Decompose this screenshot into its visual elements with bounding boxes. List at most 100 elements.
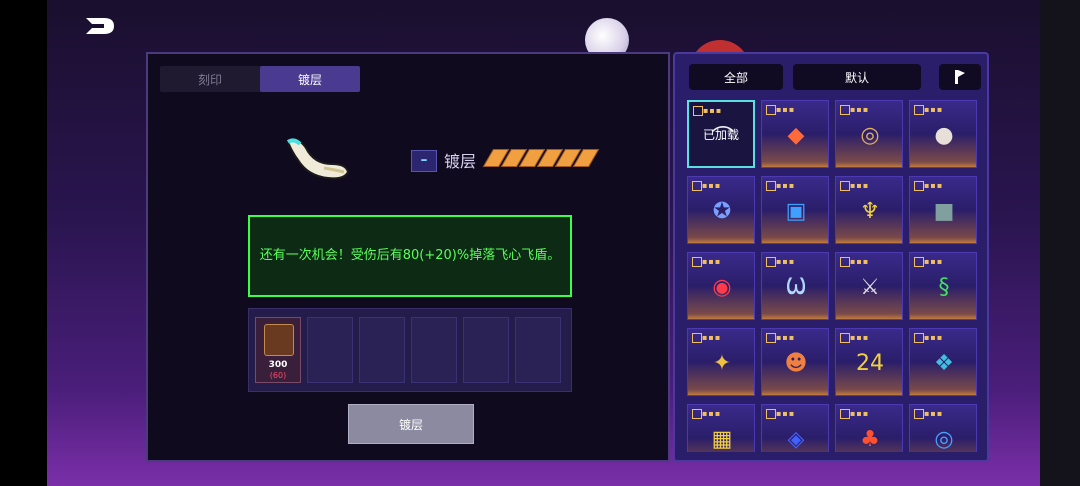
material-slot-4[interactable] <box>411 317 457 383</box>
item-tag-icon <box>914 257 924 267</box>
back-arrow-icon[interactable] <box>84 14 118 38</box>
item-tag-icon <box>692 181 702 191</box>
item-rank-icon: ▪▪▪ <box>703 106 723 115</box>
inventory-header: 全部 默认 <box>689 64 981 90</box>
item-rank-icon: ▪▪▪ <box>850 409 870 418</box>
inventory-item[interactable]: ▪▪▪ 24 <box>835 328 903 396</box>
item-icon: ■ <box>933 198 955 224</box>
item-rank-icon: ▪▪▪ <box>702 333 722 342</box>
inventory-item[interactable]: ▪▪▪ ◉ <box>687 252 755 320</box>
item-icon: ● <box>934 122 954 148</box>
tab-bar: 刻印 镀层 <box>160 66 360 92</box>
inventory-item[interactable]: ▪▪▪ ◎ <box>909 404 977 452</box>
item-icon: ◎ <box>860 122 880 148</box>
horn-icon <box>284 134 354 184</box>
item-rank-icon: ▪▪▪ <box>776 333 796 342</box>
item-rank-icon: ▪▪▪ <box>924 105 944 114</box>
item-rank-icon: ▪▪▪ <box>850 181 870 190</box>
inventory-item[interactable]: ▪▪▪ ▦ <box>687 404 755 452</box>
item-icon: ▦ <box>711 426 733 452</box>
item-tag-icon <box>766 105 776 115</box>
inventory-item[interactable]: ▪▪▪ ◆ <box>761 100 829 168</box>
item-icon: ◆ <box>787 122 805 148</box>
item-rank-icon: ▪▪▪ <box>924 409 944 418</box>
tab-plating[interactable]: 镀层 <box>260 66 360 92</box>
inventory-item[interactable]: ▪▪▪ ♣ <box>835 404 903 452</box>
inventory-item[interactable]: ▪▪▪ ▣ <box>761 176 829 244</box>
material-slots: 300 (60) <box>248 308 572 392</box>
inventory-panel: 全部 默认 ▪▪▪ ⌒ 已加载 ▪▪▪ ◆ ▪▪▪ ◎ ▪▪▪ ● ▪▪▪ ✪ ▪▪▪ ▣ ▪▪▪ ♆ ▪▪▪… <box>673 52 989 462</box>
item-tag-icon <box>840 105 850 115</box>
item-rank-icon: ▪▪▪ <box>702 409 722 418</box>
item-rank-icon: ▪▪▪ <box>776 257 796 266</box>
item-icon: ◈ <box>787 426 805 452</box>
material-slot-6[interactable] <box>515 317 561 383</box>
item-tag-icon <box>914 333 924 343</box>
item-rank-icon: ▪▪▪ <box>850 105 870 114</box>
tab-inscription[interactable]: 刻印 <box>160 66 260 92</box>
inventory-item[interactable]: ▪▪▪ ✪ <box>687 176 755 244</box>
equipped-label: 已加载 <box>702 128 739 142</box>
flag-icon[interactable] <box>939 64 981 90</box>
item-icon: Ѡ <box>785 274 807 300</box>
material-slot-5[interactable] <box>463 317 509 383</box>
enchant-panel: 刻印 镀层 – 镀层 还有一次机会！受伤后有80(+20)%掉落飞心飞盾。 30… <box>146 52 670 462</box>
item-tag-icon <box>766 181 776 191</box>
item-tag-icon <box>914 181 924 191</box>
item-tag-icon <box>692 333 702 343</box>
inventory-item[interactable]: ▪▪▪ ⌒ 已加载 <box>687 100 755 168</box>
plating-confirm-button[interactable]: 镀层 <box>348 404 474 444</box>
inventory-item[interactable]: ▪▪▪ Ѡ <box>761 252 829 320</box>
item-rank-icon: ▪▪▪ <box>776 181 796 190</box>
item-tag-icon <box>692 257 702 267</box>
item-tag-icon <box>840 181 850 191</box>
item-icon: ♆ <box>860 198 880 224</box>
layer-label: 镀层 <box>444 152 477 171</box>
material-slot-1[interactable]: 300 (60) <box>255 317 301 383</box>
item-icon: ☻ <box>784 350 808 376</box>
item-tag-icon <box>693 106 703 116</box>
layer-pips <box>482 149 600 167</box>
material-slot-3[interactable] <box>359 317 405 383</box>
inventory-item[interactable]: ▪▪▪ ■ <box>909 176 977 244</box>
item-rank-icon: ▪▪▪ <box>924 257 944 266</box>
inventory-item[interactable]: ▪▪▪ ✦ <box>687 328 755 396</box>
inventory-item[interactable]: ▪▪▪ ❖ <box>909 328 977 396</box>
effect-description: 还有一次机会！受伤后有80(+20)%掉落飞心飞盾。 <box>248 215 572 297</box>
item-icon: ❖ <box>934 350 954 376</box>
sort-default-button[interactable]: 默认 <box>793 64 921 90</box>
material-slot-2[interactable] <box>307 317 353 383</box>
item-icon: ♣ <box>860 426 880 452</box>
item-tag-icon <box>840 333 850 343</box>
item-icon: ✦ <box>712 350 732 376</box>
inventory-item[interactable]: ▪▪▪ ☻ <box>761 328 829 396</box>
item-rank-icon: ▪▪▪ <box>924 333 944 342</box>
item-rank-icon: ▪▪▪ <box>702 257 722 266</box>
inventory-item[interactable]: ▪▪▪ ◈ <box>761 404 829 452</box>
material-cost: 300 <box>268 360 288 370</box>
item-rank-icon: ▪▪▪ <box>776 105 796 114</box>
inventory-item[interactable]: ▪▪▪ ◎ <box>835 100 903 168</box>
inventory-item[interactable]: ▪▪▪ ♆ <box>835 176 903 244</box>
inventory-grid: ▪▪▪ ⌒ 已加载 ▪▪▪ ◆ ▪▪▪ ◎ ▪▪▪ ● ▪▪▪ ✪ ▪▪▪ ▣ ▪▪▪ ♆ ▪▪▪ ■ ▪▪▪ ◉ ▪… <box>687 100 979 452</box>
item-tag-icon <box>914 409 924 419</box>
inventory-item[interactable]: ▪▪▪ ⚔ <box>835 252 903 320</box>
item-icon: ◎ <box>934 426 954 452</box>
inventory-item[interactable]: ▪▪▪ ● <box>909 100 977 168</box>
item-icon: ⚔ <box>860 274 880 300</box>
item-rank-icon: ▪▪▪ <box>850 333 870 342</box>
material-icon <box>264 324 294 356</box>
item-icon: § <box>938 274 950 300</box>
item-tag-icon <box>766 257 776 267</box>
item-icon: ▣ <box>785 198 807 224</box>
filter-all-button[interactable]: 全部 <box>689 64 783 90</box>
left-black-bar <box>0 0 47 486</box>
inventory-item[interactable]: ▪▪▪ § <box>909 252 977 320</box>
item-tag-icon <box>914 105 924 115</box>
item-rank-icon: ▪▪▪ <box>776 409 796 418</box>
item-rank-icon: ▪▪▪ <box>850 257 870 266</box>
item-icon: ✪ <box>712 198 732 224</box>
item-tag-icon <box>766 409 776 419</box>
remove-layer-button[interactable]: – <box>411 150 437 172</box>
item-tag-icon <box>840 257 850 267</box>
